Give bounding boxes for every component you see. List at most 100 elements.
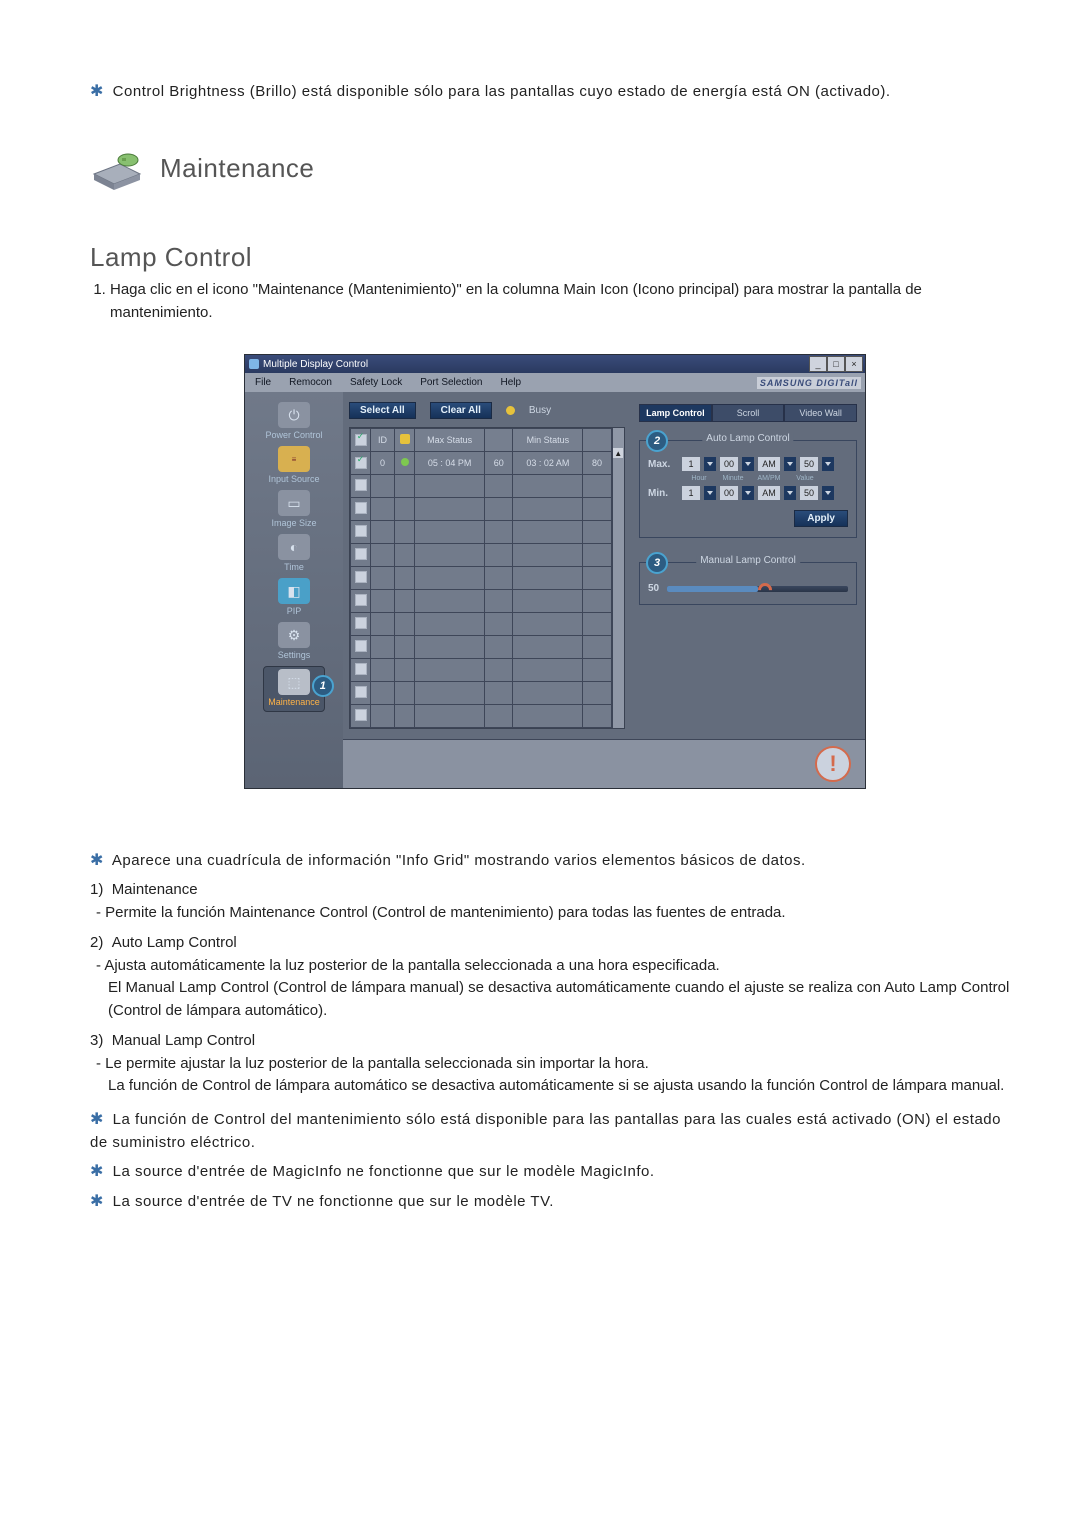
sidebar-item-image-size[interactable]: ▭ Image Size	[271, 490, 316, 528]
table-row[interactable]	[351, 636, 612, 659]
table-row[interactable]	[351, 590, 612, 613]
auto-lamp-min-row: Min. 1 00 AM 50	[648, 486, 848, 500]
scroll-up-icon[interactable]: ▲	[613, 448, 623, 458]
min-ampm[interactable]: AM	[758, 486, 780, 500]
clear-all-button[interactable]: Clear All	[430, 402, 492, 419]
info-grid-table[interactable]: ID Max Status Min Status	[350, 428, 612, 728]
select-all-button[interactable]: Select All	[349, 402, 416, 419]
table-row[interactable]	[351, 682, 612, 705]
table-row[interactable]	[351, 544, 612, 567]
dropdown-icon[interactable]	[704, 457, 716, 471]
table-row[interactable]	[351, 521, 612, 544]
close-button[interactable]: ×	[845, 356, 863, 372]
star-icon: ✱	[90, 1190, 104, 1214]
callout-badge-2: 2	[646, 430, 668, 452]
sidebar-item-maintenance[interactable]: ⬚ Maintenance 1	[263, 666, 325, 712]
table-row[interactable]	[351, 498, 612, 521]
power-icon: ⏻	[278, 402, 310, 428]
dropdown-icon[interactable]	[822, 457, 834, 471]
input-source-icon: ≡	[278, 446, 310, 472]
maintenance-3d-icon	[90, 144, 144, 192]
tv-note: ✱ La source d'entrée de TV ne fonctionne…	[90, 1190, 1020, 1214]
maintenance-heading: Maintenance	[160, 153, 314, 184]
sidebar-label: Time	[284, 562, 304, 572]
busy-icon	[506, 406, 515, 415]
col-min-val[interactable]	[583, 429, 611, 452]
dropdown-icon[interactable]	[742, 457, 754, 471]
sidebar-item-power-control[interactable]: ⏻ Power Control	[265, 402, 322, 440]
dropdown-icon[interactable]	[704, 486, 716, 500]
brand-logo: SAMSUNG DIGITall	[757, 377, 861, 389]
tab-lamp-control[interactable]: Lamp Control	[639, 404, 712, 422]
settings-icon: ⚙	[278, 622, 310, 648]
dropdown-icon[interactable]	[822, 486, 834, 500]
menu-file[interactable]: File	[249, 375, 277, 390]
manual-lamp-slider[interactable]	[667, 586, 848, 592]
auto-lamp-title: Auto Lamp Control	[702, 433, 793, 444]
magicinfo-note: ✱ La source d'entrée de MagicInfo ne fon…	[90, 1160, 1020, 1184]
menu-safety-lock[interactable]: Safety Lock	[344, 375, 408, 390]
cell-min-status: 03 : 02 AM	[513, 452, 583, 475]
table-row[interactable]	[351, 567, 612, 590]
max-minute[interactable]: 00	[720, 457, 738, 471]
col-id[interactable]: ID	[371, 429, 395, 452]
maintenance-availability-text: La función de Control del mantenimiento …	[90, 1111, 1001, 1151]
grid-scrollbar[interactable]: ▲	[612, 428, 624, 728]
maximize-button[interactable]: □	[827, 356, 845, 372]
sidebar-item-input-source[interactable]: ≡ Input Source	[268, 446, 319, 484]
busy-label: Busy	[529, 405, 551, 416]
table-row[interactable]	[351, 705, 612, 728]
sidebar-label: PIP	[287, 606, 302, 616]
cell-max-status: 05 : 04 PM	[415, 452, 485, 475]
table-row[interactable]	[351, 659, 612, 682]
n3-body: La función de Control de lámpara automát…	[108, 1077, 1004, 1094]
callout-badge-1: 1	[312, 675, 334, 697]
dropdown-icon[interactable]	[742, 486, 754, 500]
max-hour[interactable]: 1	[682, 457, 700, 471]
callout-badge-3: 3	[646, 552, 668, 574]
menu-help[interactable]: Help	[494, 375, 527, 390]
manual-lamp-title: Manual Lamp Control	[696, 555, 800, 566]
col-status[interactable]	[395, 429, 415, 452]
table-row[interactable]	[351, 613, 612, 636]
menu-port-selection[interactable]: Port Selection	[414, 375, 488, 390]
col-min-status[interactable]: Min Status	[513, 429, 583, 452]
window-title: Multiple Display Control	[263, 359, 368, 370]
min-minute[interactable]: 00	[720, 486, 738, 500]
col-max-val[interactable]	[485, 429, 513, 452]
menu-remocon[interactable]: Remocon	[283, 375, 338, 390]
cell-id: 0	[371, 452, 395, 475]
dropdown-icon[interactable]	[784, 457, 796, 471]
magicinfo-text: La source d'entrée de MagicInfo ne fonct…	[113, 1163, 655, 1180]
sidebar-item-settings[interactable]: ⚙ Settings	[278, 622, 311, 660]
auto-lamp-max-row: Max. 1 00 AM 50	[648, 457, 848, 471]
table-row[interactable]	[351, 475, 612, 498]
table-row[interactable]: 0 05 : 04 PM 60 03 : 02 AM 80	[351, 452, 612, 475]
lamp-control-heading: Lamp Control	[90, 242, 1020, 273]
apply-button[interactable]: Apply	[794, 510, 848, 527]
sidebar-item-pip[interactable]: ◧ PIP	[278, 578, 310, 616]
right-panel: Lamp Control Scroll Video Wall 2 Auto La…	[631, 392, 865, 611]
dropdown-icon[interactable]	[784, 486, 796, 500]
n2-body: El Manual Lamp Control (Control de lámpa…	[108, 979, 1009, 1019]
row-checkbox[interactable]	[355, 457, 367, 469]
tab-scroll[interactable]: Scroll	[712, 404, 785, 422]
tab-video-wall[interactable]: Video Wall	[784, 404, 857, 422]
auto-lamp-fieldset: 2 Auto Lamp Control Max. 1 00 AM 50	[639, 440, 857, 538]
slider-handle-icon[interactable]	[755, 580, 775, 600]
tv-text: La source d'entrée de TV ne fonctionne q…	[113, 1193, 554, 1210]
star-icon: ✱	[90, 1160, 104, 1184]
max-value[interactable]: 50	[800, 457, 818, 471]
time-icon: ◐	[278, 534, 310, 560]
col-max-status[interactable]: Max Status	[415, 429, 485, 452]
min-hour[interactable]: 1	[682, 486, 700, 500]
numbered-explanations: 1) Maintenance - Permite la función Main…	[90, 879, 1020, 1098]
sidebar-item-time[interactable]: ◐ Time	[278, 534, 310, 572]
sidebar-label: Maintenance	[268, 697, 320, 707]
min-label: Min.	[648, 488, 678, 499]
max-ampm[interactable]: AM	[758, 457, 780, 471]
col-check[interactable]	[351, 429, 371, 452]
pip-icon: ◧	[278, 578, 310, 604]
minimize-button[interactable]: _	[809, 356, 827, 372]
min-value[interactable]: 50	[800, 486, 818, 500]
